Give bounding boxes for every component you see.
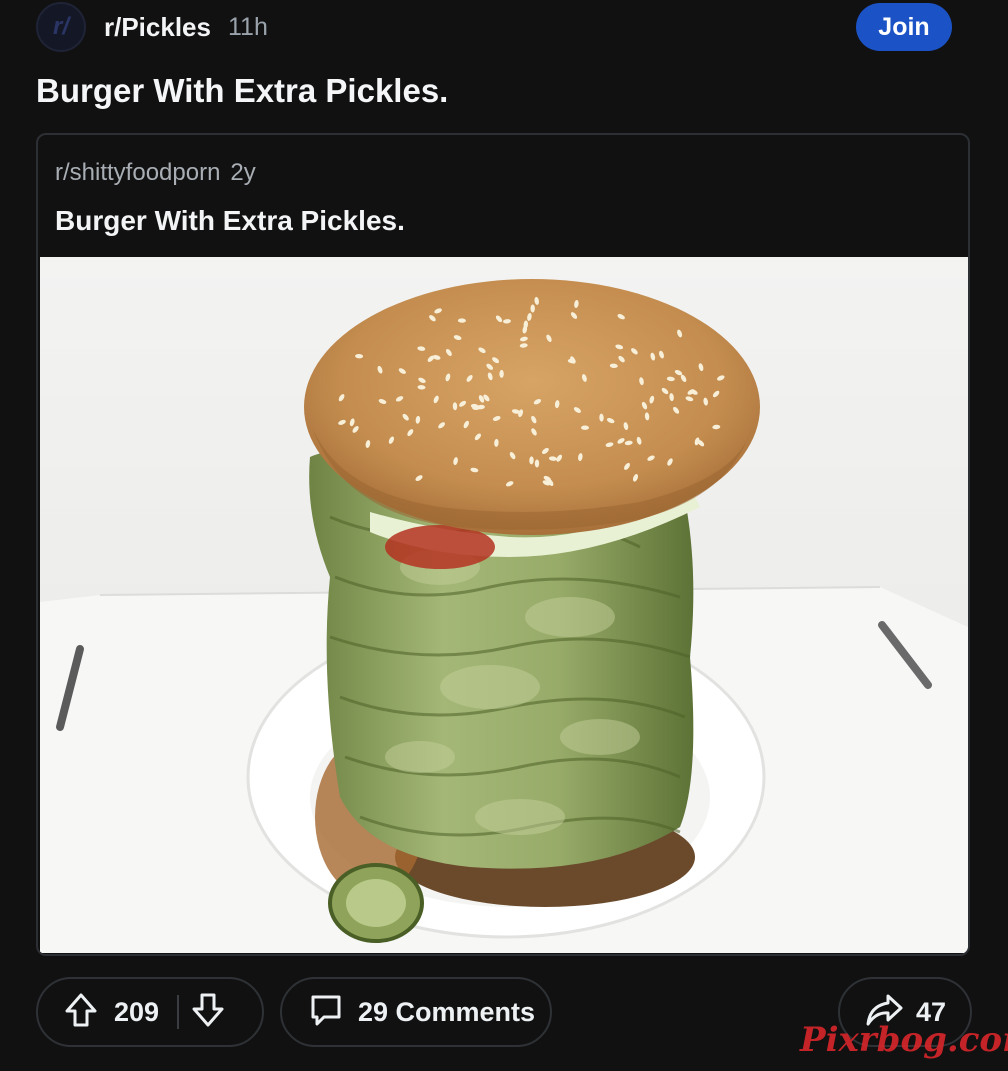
comments-label: 29 Comments (358, 996, 536, 1027)
comments-button[interactable]: 29 Comments (280, 977, 552, 1047)
avatar-text: r/ (52, 13, 69, 40)
upvote-count: 209 (114, 996, 160, 1027)
vote-divider (177, 995, 180, 1029)
comment-icon (308, 992, 344, 1033)
subreddit-avatar[interactable]: r/ (36, 2, 86, 52)
crosspost-card[interactable]: r/shittyfoodporn 2y Burger With Extra Pic… (36, 133, 970, 956)
post-age: 11h (228, 13, 268, 41)
crosspost-title[interactable]: Burger With Extra Pickles. (55, 205, 405, 237)
post-header: r/ r/Pickles 11h Join (36, 0, 956, 56)
crosspost-age: 2y (230, 159, 256, 186)
upvote-icon[interactable] (64, 992, 98, 1033)
post-title[interactable]: Burger With Extra Pickles. (36, 72, 448, 110)
crosspost-meta: r/shittyfoodporn 2y (55, 159, 256, 187)
crosspost-subreddit[interactable]: r/shittyfoodporn (55, 159, 220, 186)
burger-photo[interactable] (40, 257, 968, 953)
join-button[interactable]: Join (856, 3, 952, 51)
vote-control: 209 (36, 977, 264, 1047)
downvote-icon[interactable] (191, 992, 225, 1033)
watermark: Pixrbog.com (800, 1020, 1008, 1060)
subreddit-link[interactable]: r/Pickles (104, 12, 211, 43)
